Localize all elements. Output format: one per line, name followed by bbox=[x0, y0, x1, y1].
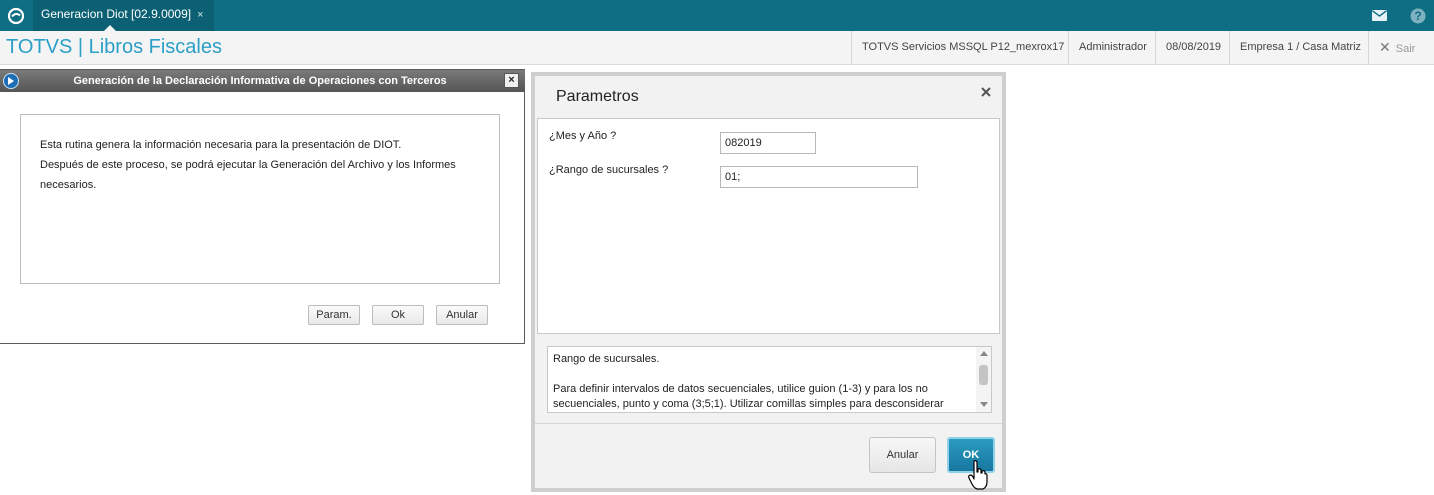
ok-button[interactable]: Ok bbox=[372, 305, 424, 325]
diot-dialog-titlebar[interactable]: Generación de la Declaración Informativa… bbox=[0, 70, 525, 92]
scroll-up-icon[interactable] bbox=[980, 351, 988, 356]
mes-ano-input[interactable]: 082019 bbox=[720, 132, 816, 154]
help-body: Para definir intervalos de datos secuenc… bbox=[553, 383, 944, 410]
parametros-title: Parametros bbox=[556, 88, 639, 105]
description-text: Esta rutina genera la información necesa… bbox=[40, 135, 490, 195]
hand-cursor-icon bbox=[968, 460, 988, 490]
description-line: necesarios. bbox=[40, 179, 97, 191]
scroll-thumb[interactable] bbox=[979, 365, 988, 385]
app-icon bbox=[3, 73, 19, 89]
app-title: TOTVS | Libros Fiscales bbox=[6, 36, 222, 58]
anular-button[interactable]: Anular bbox=[869, 437, 936, 473]
help-scrollbar[interactable] bbox=[976, 347, 991, 412]
parametros-dialog: Parametros ¿Mes y Año ? 082019 ¿Rango de… bbox=[531, 72, 1006, 492]
tab-close-icon[interactable]: × bbox=[197, 1, 203, 30]
server-info: TOTVS Servicios MSSQL P12_mexrox17 bbox=[851, 31, 1074, 64]
logout-label: Sair bbox=[1395, 43, 1416, 55]
mail-icon[interactable] bbox=[1364, 0, 1395, 31]
rango-sucursales-input[interactable]: 01; bbox=[720, 166, 918, 188]
app-header: TOTVS | Libros Fiscales TOTVS Servicios … bbox=[0, 31, 1434, 65]
rango-sucursales-label: ¿Rango de sucursales ? bbox=[549, 164, 669, 176]
menu-logo-icon[interactable] bbox=[0, 0, 31, 31]
diot-dialog: Generación de la Declaración Informativa… bbox=[0, 69, 525, 344]
close-icon[interactable] bbox=[978, 84, 994, 100]
logout-button[interactable]: ✕ Sair bbox=[1368, 31, 1425, 64]
top-bar: Generacion Diot [02.9.0009] × ? bbox=[0, 0, 1434, 31]
param-button[interactable]: Param. bbox=[308, 305, 360, 325]
close-icon: ✕ bbox=[1379, 39, 1391, 55]
help-icon[interactable]: ? bbox=[1402, 0, 1433, 31]
parametros-form: ¿Mes y Año ? 082019 ¿Rango de sucursales… bbox=[537, 118, 1000, 334]
svg-text:?: ? bbox=[1414, 9, 1421, 23]
mes-ano-label: ¿Mes y Año ? bbox=[549, 130, 617, 142]
description-line: Después de este proceso, se podrá ejecut… bbox=[40, 159, 456, 171]
company-info: Empresa 1 / Casa Matriz bbox=[1229, 31, 1371, 64]
help-panel: Rango de sucursales. Para definir interv… bbox=[547, 346, 992, 413]
user-info: Administrador bbox=[1068, 31, 1157, 64]
help-text: Rango de sucursales. Para definir interv… bbox=[553, 352, 973, 412]
date-info: 08/08/2019 bbox=[1155, 31, 1231, 64]
description-line: Esta rutina genera la información necesa… bbox=[40, 139, 402, 151]
footer-divider bbox=[535, 423, 1002, 424]
diot-dialog-title: Generación de la Declaración Informativa… bbox=[73, 75, 447, 87]
description-panel: Esta rutina genera la información necesa… bbox=[20, 114, 500, 284]
tab-generacion-diot[interactable]: Generacion Diot [02.9.0009] × bbox=[33, 0, 214, 31]
anular-button[interactable]: Anular bbox=[436, 305, 488, 325]
diot-dialog-close-button[interactable]: × bbox=[504, 73, 519, 88]
tab-label: Generacion Diot [02.9.0009] bbox=[41, 7, 192, 21]
scroll-down-icon[interactable] bbox=[980, 402, 988, 407]
help-title: Rango de sucursales. bbox=[553, 353, 660, 365]
